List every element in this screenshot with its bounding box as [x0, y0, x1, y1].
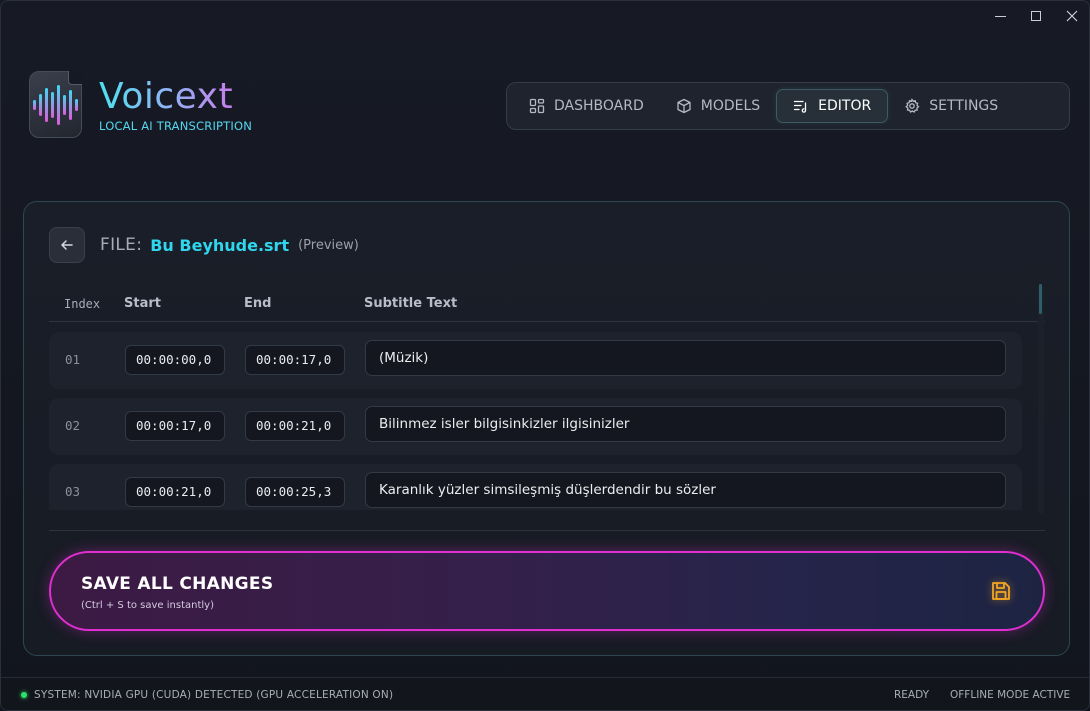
app-logo: Voicext LOCAL AI TRANSCRIPTION — [29, 71, 252, 138]
start-time-input[interactable]: 00:00:17,0 — [125, 411, 225, 441]
file-label: FILE: — [100, 235, 143, 255]
end-time-input[interactable]: 00:00:25,3 — [245, 477, 345, 507]
status-indicator-dot — [21, 692, 27, 698]
arrow-left-icon — [61, 240, 73, 250]
row-index: 03 — [65, 484, 81, 499]
nav-label: SETTINGS — [929, 98, 999, 114]
row-index: 02 — [65, 418, 81, 433]
nav-label: EDITOR — [818, 98, 872, 114]
end-time-input[interactable]: 00:00:21,0 — [245, 411, 345, 441]
scrollbar-thumb[interactable] — [1039, 284, 1042, 314]
file-header: FILE: Bu Beyhude.srt (Preview) — [49, 227, 359, 263]
column-start: Start — [124, 296, 161, 311]
subtitle-list: 01 00:00:00,0 00:00:17,0 (Müzik) 02 00:0… — [49, 328, 1045, 510]
start-time-input[interactable]: 00:00:00,0 — [125, 345, 225, 375]
table-row: 02 00:00:17,0 00:00:21,0 Bilinmez isler … — [49, 398, 1022, 455]
end-time-input[interactable]: 00:00:17,0 — [245, 345, 345, 375]
offline-mode-status: OFFLINE MODE ACTIVE — [950, 689, 1071, 701]
row-index: 01 — [65, 352, 81, 367]
file-mode: (Preview) — [298, 237, 359, 253]
divider — [49, 530, 1045, 531]
subtitle-text-input[interactable]: Karanlık yüzler simsileşmiş düşlerdendir… — [365, 472, 1006, 508]
nav-dashboard[interactable]: DASHBOARD — [513, 89, 660, 123]
app-subtitle: LOCAL AI TRANSCRIPTION — [99, 118, 253, 133]
minimize-icon — [994, 15, 1006, 17]
window-controls — [993, 9, 1079, 23]
close-button[interactable] — [1065, 9, 1079, 23]
gear-icon — [905, 98, 920, 113]
back-button[interactable] — [49, 227, 85, 263]
dashboard-grid-icon — [529, 98, 545, 114]
app-title: Voicext — [99, 76, 252, 117]
column-end: End — [244, 296, 272, 311]
edit-list-icon — [794, 100, 807, 113]
start-time-input[interactable]: 00:00:21,0 — [125, 477, 225, 507]
save-shortcut-hint: (Ctrl + S to save instantly) — [81, 600, 214, 611]
nav-models[interactable]: MODELS — [660, 89, 776, 123]
column-index: Index — [64, 296, 101, 311]
cube-icon — [677, 98, 691, 114]
column-subtitle-text: Subtitle Text — [364, 296, 458, 311]
nav-settings[interactable]: SETTINGS — [888, 89, 1014, 123]
list-scrollbar[interactable] — [1038, 284, 1044, 514]
nav-editor[interactable]: EDITOR — [776, 89, 889, 123]
table-header: Index Start End Subtitle Text — [49, 286, 1045, 322]
table-row: 01 00:00:00,0 00:00:17,0 (Müzik) — [49, 332, 1022, 389]
status-bar: SYSTEM: NVIDIA GPU (CUDA) DETECTED (GPU … — [1, 677, 1089, 710]
file-name: Bu Beyhude.srt — [150, 235, 290, 255]
maximize-icon — [1031, 11, 1041, 21]
nav-label: MODELS — [700, 98, 761, 114]
subtitle-text-input[interactable]: Bilinmez isler bilgisinkizler ilgisinizl… — [365, 406, 1006, 442]
subtitle-text-input[interactable]: (Müzik) — [365, 340, 1006, 376]
minimize-button[interactable] — [993, 9, 1007, 23]
editor-panel: FILE: Bu Beyhude.srt (Preview) Index Sta… — [23, 201, 1070, 656]
close-icon — [1066, 10, 1078, 22]
nav-label: DASHBOARD — [554, 98, 644, 114]
app-window: Voicext LOCAL AI TRANSCRIPTION DASHBOARD… — [0, 0, 1090, 711]
table-row: 03 00:00:21,0 00:00:25,3 Karanlık yüzler… — [49, 464, 1022, 510]
maximize-button[interactable] — [1029, 9, 1043, 23]
system-status-text: SYSTEM: NVIDIA GPU (CUDA) DETECTED (GPU … — [34, 689, 394, 701]
main-nav: DASHBOARD MODELS EDITOR SETTINGS — [506, 82, 1070, 130]
save-button-label: SAVE ALL CHANGES — [81, 574, 274, 594]
floppy-disk-icon — [992, 582, 1010, 600]
voice-wave-logo-icon — [29, 71, 82, 138]
ready-status: READY — [894, 689, 930, 701]
save-all-changes-button[interactable]: SAVE ALL CHANGES (Ctrl + S to save insta… — [49, 551, 1045, 631]
